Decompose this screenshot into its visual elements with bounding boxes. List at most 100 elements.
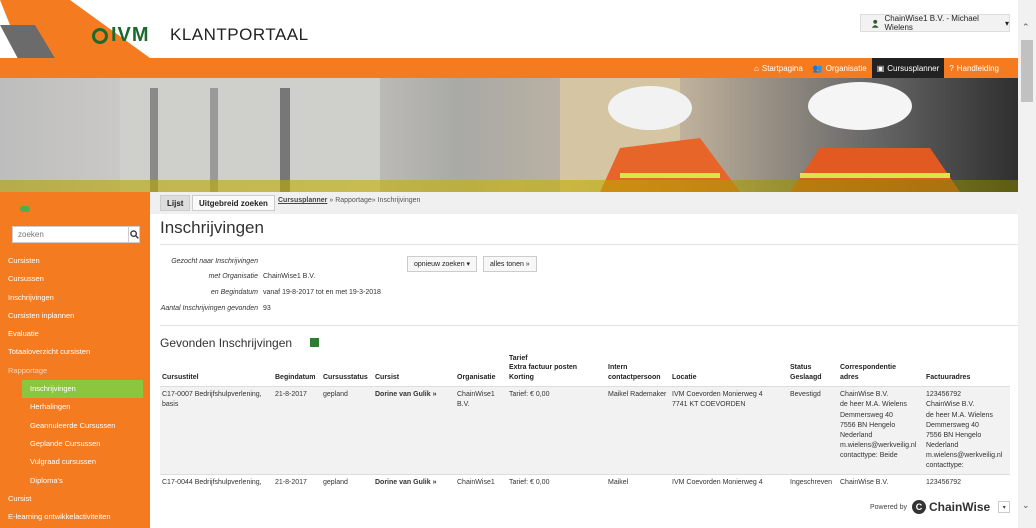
scrollbar-thumb[interactable] — [1021, 40, 1033, 102]
powered-by-badge[interactable]: Powered by C ChainWise ▾ — [870, 495, 1018, 519]
nav-handleiding[interactable]: ? Handleiding — [944, 58, 1004, 78]
nav-organisatie[interactable]: 👥 Organisatie — [808, 58, 872, 78]
sidebar-item-e-learning[interactable]: E-learning ontwikkelactiviteiten — [0, 508, 150, 526]
nav-cursusplanner[interactable]: ▣ Cursusplanner — [871, 58, 945, 78]
breadcrumb-link-cursusplanner[interactable]: Cursusplanner — [278, 197, 327, 204]
location-line: IVM Coevorden Monierweg 4 — [672, 391, 763, 399]
chevron-down-icon[interactable]: ▾ — [998, 501, 1011, 513]
col-header-cursusstatus[interactable]: Cursusstatus — [321, 354, 373, 387]
sidebar-item-geplande[interactable]: Geplande Cursussen — [0, 435, 150, 453]
cell-title: C17-0044 Bedrijfshulpverlening, — [162, 479, 262, 487]
col-header-contactpersoon[interactable]: Intern contactpersoon — [606, 354, 670, 387]
search-icon — [129, 230, 139, 239]
sidebar-item-vulgraad[interactable]: Vulgraad cursussen — [0, 453, 150, 471]
nav-startpagina[interactable]: ⌂ Startpagina — [749, 58, 808, 78]
scroll-up-icon[interactable]: ⌃ — [1022, 22, 1030, 33]
address-line: 7556 BN Hengelo — [926, 431, 982, 439]
excel-export-icon[interactable] — [310, 338, 319, 347]
results-table: Cursustitel Begindatum Cursusstatus Curs… — [160, 354, 1010, 492]
sidebar-item-cursisten-inplannen[interactable]: Cursisten inplannen — [0, 307, 150, 325]
col-header-correspondentie[interactable]: Correspondentie adres — [838, 354, 924, 387]
tab-uitgebreid-zoeken[interactable]: Uitgebreid zoeken — [192, 195, 275, 211]
sidebar-item-herhalingen[interactable]: Herhalingen — [0, 398, 150, 416]
table-row[interactable]: C17-0044 Bedrijfshulpverlening, 21-8-201… — [160, 474, 1010, 492]
cell-student-link[interactable]: Dorine van Gulik » — [373, 475, 455, 492]
user-menu[interactable]: ChainWise1 B.V. - Michael Wielens ▾ — [860, 14, 1010, 32]
cell-org: ChainWise1 — [457, 479, 495, 487]
header-line: Status — [790, 364, 812, 372]
sidebar-item-diplomas[interactable]: Diploma's — [0, 472, 150, 490]
sidebar-menu: Cursisten Cursussen Inschrijvingen Cursi… — [0, 252, 150, 526]
sidebar-toggle[interactable] — [20, 206, 30, 212]
logo-text: IVM — [111, 24, 150, 46]
criteria-value: vanaf 19-8-2017 tot en met 19-3-2018 — [263, 289, 381, 296]
col-header-organisatie[interactable]: Organisatie — [455, 354, 507, 387]
header-line: contactpersoon — [608, 373, 661, 381]
portal-title: KLANTPORTAAL — [170, 25, 309, 44]
banner-workers-image — [120, 78, 960, 192]
col-header-factuuradres[interactable]: Factuuradres — [924, 354, 1010, 387]
sidebar-item-cursisten[interactable]: Cursisten — [0, 252, 150, 270]
scroll-down-icon[interactable]: ⌄ — [1022, 500, 1030, 511]
sidebar-item-geannuleerde[interactable]: Geannuleerde Cursussen — [0, 417, 150, 435]
sidebar-item-totaaloverzicht[interactable]: Totaaloverzicht cursisten — [0, 343, 150, 361]
cell-contact: Maikel Rademaker — [608, 391, 667, 399]
home-icon: ⌂ — [754, 63, 759, 73]
calendar-icon: ▣ — [876, 63, 885, 73]
alles-tonen-button[interactable]: alles tonen » — [483, 256, 537, 272]
criteria-label: met Organisatie — [208, 273, 258, 280]
cell-date: 21-8-2017 — [275, 391, 307, 399]
cell-student-link[interactable]: Dorine van Gulik » — [373, 387, 455, 475]
nav-label: Handleiding — [956, 63, 999, 73]
col-header-locatie[interactable]: Locatie — [670, 354, 788, 387]
cell-tarief: Tarief: € 0,00 — [509, 391, 550, 399]
header: IVM KLANTPORTAAL ChainWise1 B.V. - Micha… — [0, 0, 1018, 190]
criteria-value: ChainWise1 B.V. — [263, 273, 316, 280]
sidebar-search — [12, 226, 140, 243]
sidebar: Cursisten Cursussen Inschrijvingen Cursi… — [0, 192, 150, 528]
sidebar-item-evaluatie[interactable]: Evaluatie — [0, 325, 150, 343]
cell-corr-address: ChainWise B.V. de heer M.A. Wielens Demm… — [838, 387, 924, 475]
header-line: adres — [840, 373, 859, 381]
cell-state: Ingeschreven — [790, 479, 833, 487]
search-input[interactable] — [13, 227, 128, 242]
cell-date: 21-8-2017 — [275, 479, 307, 487]
address-line: Nederland — [926, 442, 959, 450]
header-line: Tarief — [509, 355, 528, 362]
address-line: 123456792 — [926, 391, 962, 399]
address-line: Demmersweg 40 — [840, 411, 893, 419]
header-line: Geslaagd — [790, 373, 822, 381]
sidebar-item-cursist[interactable]: Cursist — [0, 490, 150, 508]
tab-lijst[interactable]: Lijst — [160, 195, 191, 211]
table-header-row: Cursustitel Begindatum Cursusstatus Curs… — [160, 354, 1010, 387]
col-header-status[interactable]: Status Geslaagd — [788, 354, 838, 387]
col-header-cursustitel[interactable]: Cursustitel — [160, 354, 273, 387]
col-header-cursist[interactable]: Cursist — [373, 354, 455, 387]
table-row[interactable]: C17-0007 Bedrijfshulpverlening, basis 21… — [160, 386, 1010, 475]
col-header-tarief[interactable]: Tarief Extra factuur posten Korting — [507, 354, 606, 387]
opnieuw-zoeken-button[interactable]: opnieuw zoeken ▾ — [407, 256, 478, 272]
sidebar-item-inschrijvingen[interactable]: Inschrijvingen — [0, 289, 150, 307]
breadcrumb: Cursusplanner » Rapportage» Inschrijving… — [278, 197, 420, 204]
cell-org: ChainWise1 B.V. — [457, 391, 495, 409]
cell-contact: Maikel — [608, 479, 629, 487]
address-line: contacttype: Beide — [840, 452, 898, 460]
divider — [160, 244, 1018, 245]
powered-by-label: Powered by — [870, 503, 907, 511]
sidebar-item-rapportage-inschrijvingen[interactable]: Inschrijvingen — [22, 380, 143, 399]
cell-corr-address: ChainWise B.V. — [840, 479, 889, 487]
header-line: Korting — [509, 373, 534, 381]
cell-invoice-address: 123456792 ChainWise B.V. de heer M.A. Wi… — [924, 387, 1010, 475]
address-line: de heer M.A. Wielens — [840, 401, 907, 409]
sidebar-item-rapportage[interactable]: Rapportage — [0, 362, 150, 380]
page-scrollbar[interactable]: ⌃ ⌄ — [1018, 0, 1036, 528]
address-line: de heer M.A. Wielens — [926, 411, 993, 419]
cell-state: Bevestigd — [790, 391, 821, 399]
search-button[interactable] — [128, 227, 139, 242]
ivm-logo[interactable]: IVM — [92, 24, 150, 47]
col-header-begindatum[interactable]: Begindatum — [273, 354, 321, 387]
hero-banner — [0, 78, 1018, 192]
criteria-value: 93 — [263, 305, 271, 312]
sidebar-item-cursussen[interactable]: Cursussen — [0, 270, 150, 288]
breadcrumb-rest: » Rapportage» Inschrijvingen — [327, 197, 421, 204]
